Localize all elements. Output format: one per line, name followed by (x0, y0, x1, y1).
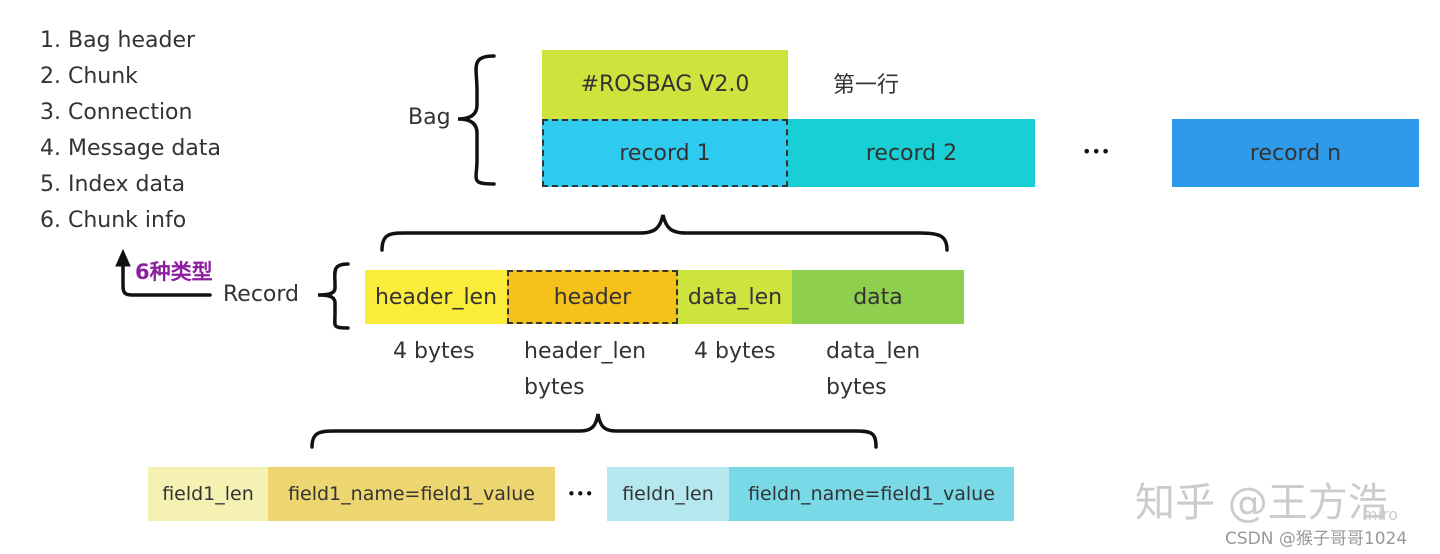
data-len-box: data_len (678, 270, 792, 324)
data-box: data (792, 270, 964, 324)
miro-watermark: miro (1362, 505, 1399, 524)
record-label: Record (223, 282, 300, 307)
record-brace (380, 214, 949, 252)
record-2-box: record 2 (788, 119, 1035, 187)
rosbag-header-box: #ROSBAG V2.0 (542, 50, 788, 119)
record-n-box: record n (1172, 119, 1419, 187)
data-size-unit: bytes (826, 375, 887, 400)
zhihu-watermark: 知乎 @王方浩 (1135, 480, 1388, 526)
record-label-brace (317, 262, 350, 330)
header-len-size: 4 bytes (393, 339, 475, 364)
header-box: header (507, 270, 678, 324)
record-1-box: record 1 (542, 119, 788, 187)
arrow-head-icon (115, 248, 131, 267)
field1-len-box: field1_len (148, 467, 268, 521)
ellipsis: ••• (1082, 142, 1111, 161)
data-size: data_len (826, 339, 921, 364)
fieldn-name-box: fieldn_name=field1_value (729, 467, 1014, 521)
field-ellipsis: ••• (567, 485, 594, 503)
types-annotation: 6种类型 (135, 260, 213, 284)
fieldn-len-box: fieldn_len (607, 467, 729, 521)
header-brace (310, 413, 878, 449)
bag-brace (457, 54, 496, 186)
header-size-unit: bytes (524, 375, 585, 400)
header-note: 第一行 (833, 73, 900, 98)
bag-label: Bag (408, 105, 451, 130)
header-size: header_len (524, 339, 647, 364)
header-len-box: header_len (365, 270, 507, 324)
data-len-size: 4 bytes (694, 339, 776, 364)
csdn-watermark: CSDN @猴子哥哥1024 (1225, 529, 1408, 549)
field1-name-box: field1_name=field1_value (268, 467, 555, 521)
